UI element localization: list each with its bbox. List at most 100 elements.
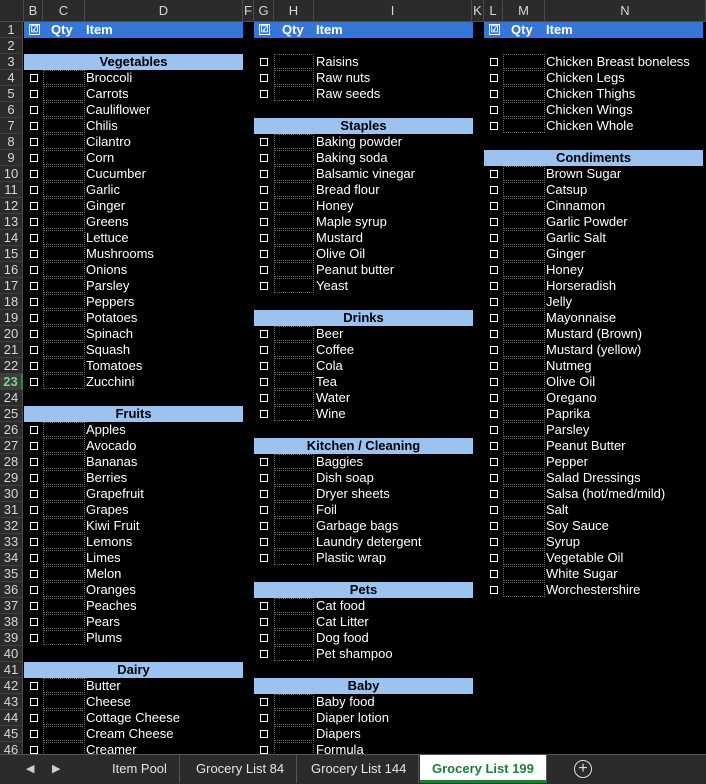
row-header[interactable]: 38	[0, 614, 23, 630]
qty-cell[interactable]	[503, 102, 545, 117]
row-header[interactable]: 37	[0, 598, 23, 614]
qty-cell[interactable]	[503, 182, 545, 197]
item-cell[interactable]: Salsa (hot/med/mild)	[546, 486, 665, 502]
column-header[interactable]: L	[484, 0, 503, 22]
item-checkbox[interactable]	[260, 746, 268, 754]
qty-cell[interactable]	[503, 86, 545, 101]
item-cell[interactable]: Grapefruit	[86, 486, 144, 502]
item-cell[interactable]: Onions	[86, 262, 127, 278]
item-checkbox[interactable]	[30, 298, 38, 306]
qty-cell[interactable]	[274, 198, 314, 213]
item-checkbox[interactable]	[260, 538, 268, 546]
item-cell[interactable]: Balsamic vinegar	[316, 166, 415, 182]
row-header[interactable]: 36	[0, 582, 23, 598]
item-checkbox[interactable]	[260, 234, 268, 242]
item-checkbox[interactable]	[260, 394, 268, 402]
item-cell[interactable]: Cat Litter	[316, 614, 369, 630]
item-checkbox[interactable]	[260, 250, 268, 258]
qty-cell[interactable]	[503, 54, 545, 69]
item-checkbox[interactable]	[490, 330, 498, 338]
item-cell[interactable]: Cilantro	[86, 134, 131, 150]
item-cell[interactable]: Tea	[316, 374, 337, 390]
item-cell[interactable]: Raisins	[316, 54, 359, 70]
item-cell[interactable]: Ginger	[546, 246, 585, 262]
qty-cell[interactable]	[43, 182, 85, 197]
item-checkbox[interactable]	[30, 538, 38, 546]
row-header[interactable]: 25	[0, 406, 23, 422]
item-cell[interactable]: Raw nuts	[316, 70, 370, 86]
item-cell[interactable]: Beer	[316, 326, 343, 342]
qty-cell[interactable]	[503, 278, 545, 293]
qty-cell[interactable]	[274, 486, 314, 501]
qty-cell[interactable]	[503, 582, 545, 597]
row-header[interactable]: 32	[0, 518, 23, 534]
qty-cell[interactable]	[274, 278, 314, 293]
item-cell[interactable]: Parsley	[546, 422, 589, 438]
item-cell[interactable]: Corn	[86, 150, 114, 166]
item-checkbox[interactable]	[260, 458, 268, 466]
qty-cell[interactable]	[43, 198, 85, 213]
item-checkbox[interactable]	[260, 90, 268, 98]
item-cell[interactable]: Cauliflower	[86, 102, 150, 118]
item-checkbox[interactable]	[30, 170, 38, 178]
row-header[interactable]: 40	[0, 646, 23, 662]
item-cell[interactable]: Wine	[316, 406, 346, 422]
item-checkbox[interactable]	[30, 746, 38, 754]
item-checkbox[interactable]	[260, 170, 268, 178]
qty-cell[interactable]	[503, 390, 545, 405]
item-checkbox[interactable]	[260, 186, 268, 194]
item-cell[interactable]: Peanut Butter	[546, 438, 626, 454]
qty-cell[interactable]	[274, 214, 314, 229]
item-cell[interactable]: Kiwi Fruit	[86, 518, 139, 534]
item-checkbox[interactable]	[260, 58, 268, 66]
row-header[interactable]: 10	[0, 166, 23, 182]
row-header[interactable]: 46	[0, 742, 23, 754]
item-cell[interactable]: Garbage bags	[316, 518, 398, 534]
row-header[interactable]: 24	[0, 390, 23, 406]
qty-cell[interactable]	[274, 374, 314, 389]
item-cell[interactable]: Salad Dressings	[546, 470, 641, 486]
item-checkbox[interactable]	[490, 410, 498, 418]
item-cell[interactable]: Jelly	[546, 294, 572, 310]
item-checkbox[interactable]	[490, 458, 498, 466]
item-cell[interactable]: Chicken Legs	[546, 70, 625, 86]
item-checkbox[interactable]	[30, 74, 38, 82]
item-cell[interactable]: Worchestershire	[546, 582, 640, 598]
item-checkbox[interactable]	[490, 170, 498, 178]
qty-cell[interactable]	[274, 358, 314, 373]
item-checkbox[interactable]	[30, 314, 38, 322]
qty-cell[interactable]	[43, 534, 85, 549]
item-cell[interactable]: Garlic Powder	[546, 214, 628, 230]
qty-cell[interactable]	[274, 614, 314, 629]
select-all-corner[interactable]	[0, 0, 24, 22]
item-checkbox[interactable]	[30, 426, 38, 434]
item-cell[interactable]: Honey	[316, 198, 354, 214]
item-cell[interactable]: Cheese	[86, 694, 131, 710]
row-header[interactable]: 33	[0, 534, 23, 550]
item-checkbox[interactable]	[490, 506, 498, 514]
item-cell[interactable]: Oranges	[86, 582, 136, 598]
item-checkbox[interactable]	[30, 138, 38, 146]
qty-cell[interactable]	[43, 374, 85, 389]
item-cell[interactable]: Nutmeg	[546, 358, 592, 374]
item-checkbox[interactable]	[490, 490, 498, 498]
item-checkbox[interactable]	[260, 410, 268, 418]
qty-cell[interactable]	[43, 550, 85, 565]
item-checkbox[interactable]	[30, 122, 38, 130]
item-checkbox[interactable]	[260, 650, 268, 658]
item-cell[interactable]: Baby food	[316, 694, 375, 710]
item-cell[interactable]: Formula	[316, 742, 364, 754]
item-cell[interactable]: Tomatoes	[86, 358, 142, 374]
item-checkbox[interactable]	[260, 474, 268, 482]
item-checkbox[interactable]	[30, 570, 38, 578]
item-cell[interactable]: Catsup	[546, 182, 587, 198]
qty-cell[interactable]	[274, 742, 314, 754]
item-checkbox[interactable]	[30, 634, 38, 642]
item-cell[interactable]: Butter	[86, 678, 121, 694]
item-cell[interactable]: Salt	[546, 502, 568, 518]
qty-cell[interactable]	[43, 742, 85, 754]
item-checkbox[interactable]	[30, 698, 38, 706]
row-header[interactable]: 42	[0, 678, 23, 694]
item-cell[interactable]: Broccoli	[86, 70, 132, 86]
item-cell[interactable]: Vegetable Oil	[546, 550, 623, 566]
